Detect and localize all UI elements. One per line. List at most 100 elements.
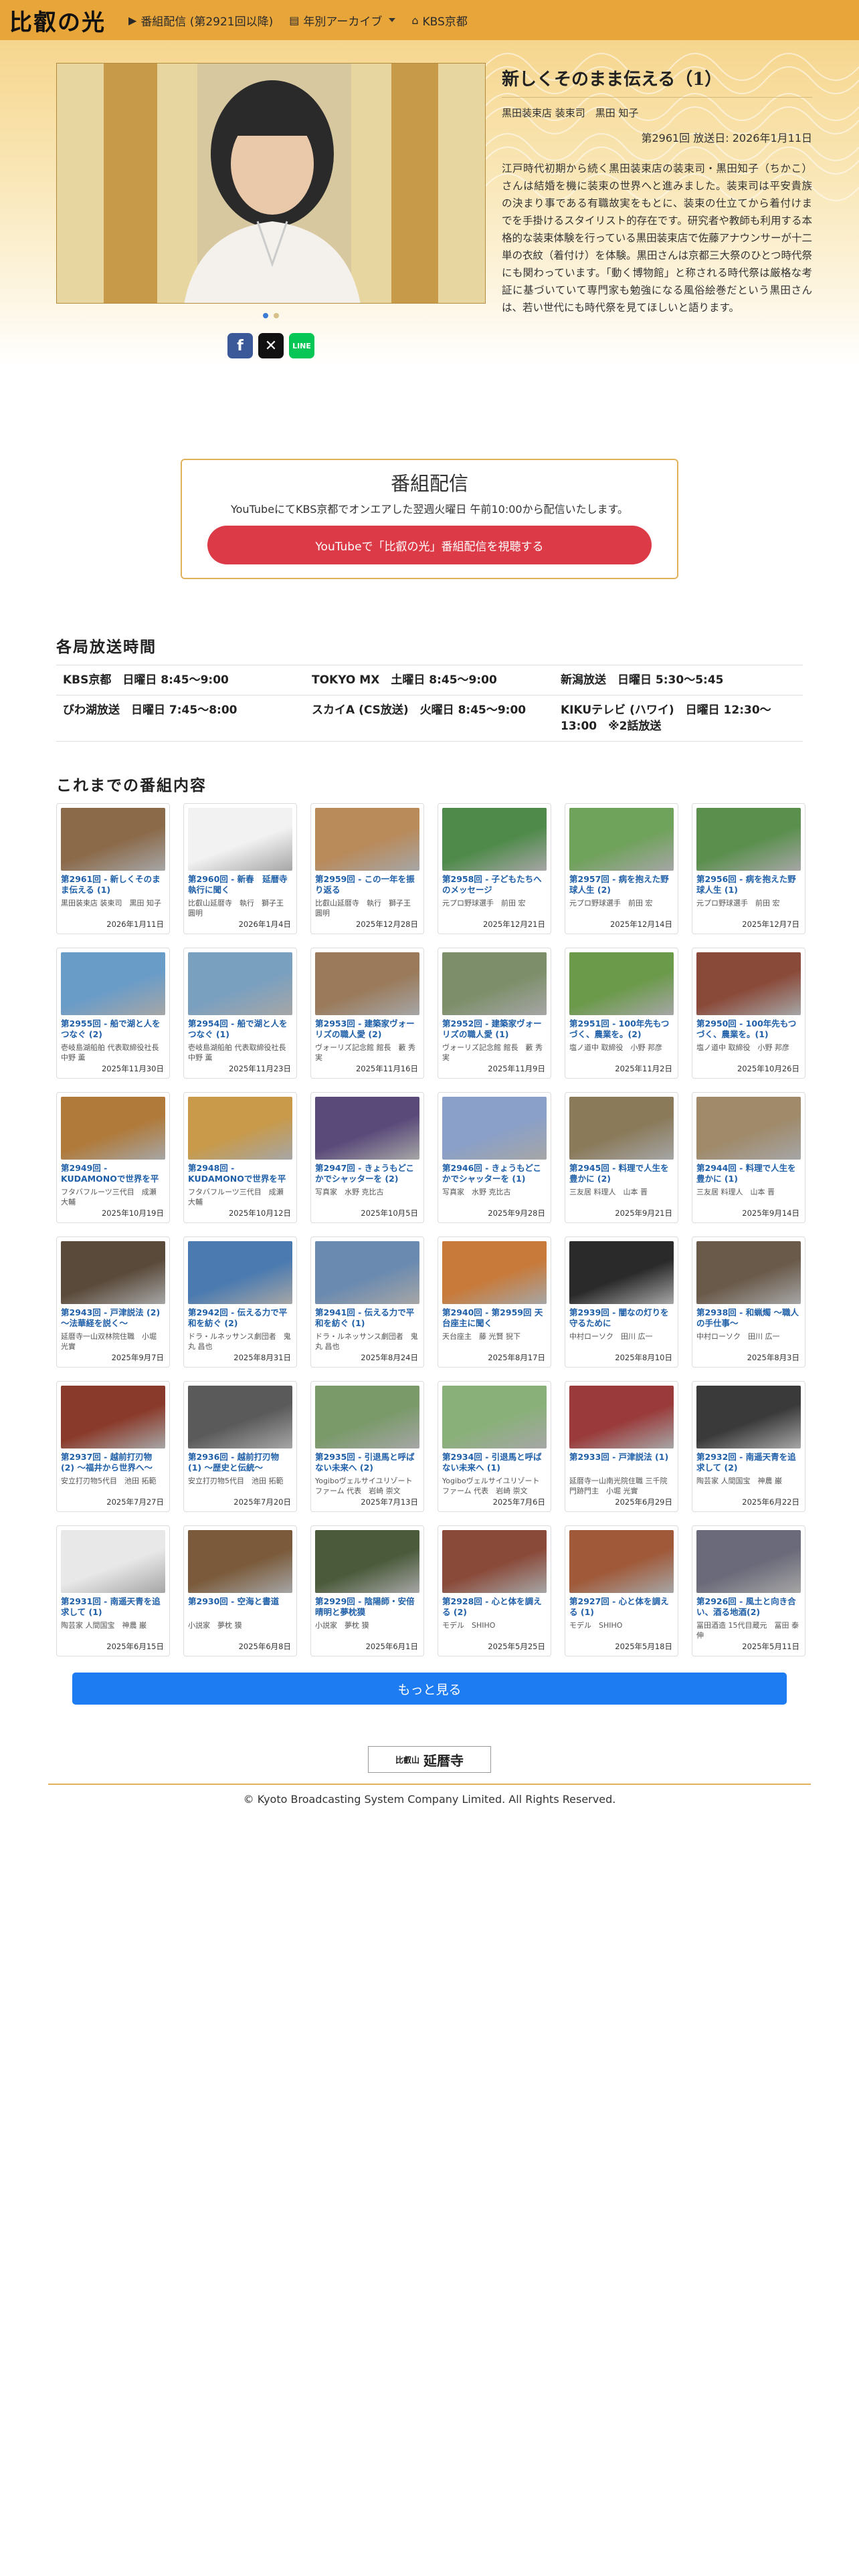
episode-card[interactable]: 第2954回 - 船で湖と人をつなぐ (1) 壱岐島湖船舶 代表取締役社長 中野 … <box>183 948 297 1079</box>
episode-card[interactable]: 第2935回 - 引退馬と呼ばない未来へ (2) Yogiboヴェルサイユリゾート… <box>310 1381 424 1512</box>
episode-card-title[interactable]: 第2945回 - 料理で人生を豊かに (2) <box>569 1163 674 1184</box>
episode-card-title[interactable]: 第2930回 - 空海と書道 <box>188 1596 292 1618</box>
line-share-button[interactable]: LINE <box>289 333 314 358</box>
episode-card-title[interactable]: 第2927回 - 心と体を調える (1) <box>569 1596 674 1618</box>
episode-card-title[interactable]: 第2958回 - 子どもたちへのメッセージ <box>442 874 547 895</box>
episode-card[interactable]: 第2926回 - 風土と向き合い、酒る地酒(2) 冨田酒造 15代目蔵元 冨田 泰… <box>692 1525 805 1656</box>
episode-card-title[interactable]: 第2932回 - 南遥天青を追求して (2) <box>696 1452 801 1473</box>
episode-card-title[interactable]: 第2955回 - 船で湖と人をつなぐ (2) <box>61 1018 165 1040</box>
episode-card-title[interactable]: 第2956回 - 病を抱えた野球人生 (1) <box>696 874 801 895</box>
episode-card-title[interactable]: 第2961回 - 新しくそのまま伝える (1) <box>61 874 165 895</box>
episode-card-title[interactable]: 第2952回 - 建築家ヴォーリズの職人愛 (1) <box>442 1018 547 1040</box>
episode-card-title[interactable]: 第2931回 - 南遥天青を追求して (1) <box>61 1596 165 1618</box>
episode-card-title[interactable]: 第2926回 - 風土と向き合い、酒る地酒(2) <box>696 1596 801 1618</box>
episode-card[interactable]: 第2931回 - 南遥天青を追求して (1) 陶芸家 人間国宝 神農 巌 2025年… <box>56 1525 170 1656</box>
x-share-button[interactable]: ✕ <box>258 333 284 358</box>
episode-card[interactable]: 第2953回 - 建築家ヴォーリズの職人愛 (2) ヴォーリズ記念館 館長 藪 秀… <box>310 948 424 1079</box>
episode-thumbnail[interactable] <box>61 1386 165 1448</box>
episode-card[interactable]: 第2934回 - 引退馬と呼ばない未来へ (1) Yogiboヴェルサイユリゾート… <box>438 1381 551 1512</box>
episode-card[interactable]: 第2944回 - 料理で人生を豊かに (1) 三友居 料理人 山本 晋 2025年9… <box>692 1092 805 1223</box>
episode-card[interactable]: 第2936回 - 越前打刃物 (1) 〜歴史と伝統〜 安立打刃物5代目 池田 拓範… <box>183 1381 297 1512</box>
episode-thumbnail[interactable] <box>188 1097 292 1160</box>
episode-card[interactable]: 第2941回 - 伝える力で平和を紡ぐ (1) ドラ・ルネッサンス劇団者 鬼丸 昌… <box>310 1237 424 1368</box>
episode-card-title[interactable]: 第2933回 - 戸津説法 (1) <box>569 1452 674 1473</box>
episode-thumbnail[interactable] <box>442 1241 547 1304</box>
episode-card-title[interactable]: 第2948回 - KUDAMONOで世界を平和に (1) <box>188 1163 292 1184</box>
episode-thumbnail[interactable] <box>696 1097 801 1160</box>
episode-card-title[interactable]: 第2936回 - 越前打刃物 (1) 〜歴史と伝統〜 <box>188 1452 292 1473</box>
episode-thumbnail[interactable] <box>696 1241 801 1304</box>
episode-card-title[interactable]: 第2929回 - 陰陽師・安倍晴明と夢枕獏 <box>315 1596 419 1618</box>
carousel-dot[interactable] <box>274 313 279 318</box>
episode-thumbnail[interactable] <box>442 1097 547 1160</box>
episode-thumbnail[interactable] <box>188 808 292 871</box>
episode-thumbnail[interactable] <box>315 1530 419 1593</box>
episode-thumbnail[interactable] <box>569 808 674 871</box>
episode-card[interactable]: 第2950回 - 100年先もつづく、農業を。(1) 塩ノ道中 取締役 小野 邦彦… <box>692 948 805 1079</box>
episode-thumbnail[interactable] <box>569 1097 674 1160</box>
episode-thumbnail[interactable] <box>188 1241 292 1304</box>
episode-card-title[interactable]: 第2954回 - 船で湖と人をつなぐ (1) <box>188 1018 292 1040</box>
episode-card[interactable]: 第2955回 - 船で湖と人をつなぐ (2) 壱岐島湖船舶 代表取締役社長 中野 … <box>56 948 170 1079</box>
episode-thumbnail[interactable] <box>442 1530 547 1593</box>
episode-card-title[interactable]: 第2943回 - 戸津説法 (2) 〜法華経を説く〜 <box>61 1307 165 1329</box>
episode-thumbnail[interactable] <box>696 1386 801 1448</box>
episode-card[interactable]: 第2956回 - 病を抱えた野球人生 (1) 元プロ野球選手 前田 宏 2025年1… <box>692 803 805 934</box>
episode-card-title[interactable]: 第2959回 - この一年を振り返る <box>315 874 419 895</box>
nav-item-archive[interactable]: ▤ 年別アーカイブ <box>289 12 396 29</box>
episode-card-title[interactable]: 第2940回 - 第2959回 天台座主に聞く <box>442 1307 547 1329</box>
episode-card[interactable]: 第2929回 - 陰陽師・安倍晴明と夢枕獏 小説家 夢枕 獏 2025年6月1日 <box>310 1525 424 1656</box>
episode-card-title[interactable]: 第2934回 - 引退馬と呼ばない未来へ (1) <box>442 1452 547 1473</box>
episode-card-title[interactable]: 第2928回 - 心と体を調える (2) <box>442 1596 547 1618</box>
load-more-button[interactable]: もっと見る <box>72 1673 787 1705</box>
episode-thumbnail[interactable] <box>569 1386 674 1448</box>
episode-thumbnail[interactable] <box>696 952 801 1015</box>
episode-card[interactable]: 第2960回 - 新春 延暦寺執行に聞く 比叡山延暦寺 執行 獅子王 圓明 2026… <box>183 803 297 934</box>
episode-card[interactable]: 第2958回 - 子どもたちへのメッセージ 元プロ野球選手 前田 宏 2025年12… <box>438 803 551 934</box>
sponsor-logo[interactable]: 比叡山 延暦寺 <box>368 1746 491 1773</box>
nav-item-kbs[interactable]: ⌂ KBS京都 <box>411 12 467 29</box>
episode-thumbnail[interactable] <box>442 952 547 1015</box>
episode-card-title[interactable]: 第2947回 - きょうもどこかでシャッターを (2) <box>315 1163 419 1184</box>
episode-card[interactable]: 第2951回 - 100年先もつづく、農業を。(2) 塩ノ道中 取締役 小野 邦彦… <box>565 948 678 1079</box>
episode-thumbnail[interactable] <box>442 1386 547 1448</box>
episode-card-title[interactable]: 第2960回 - 新春 延暦寺執行に聞く <box>188 874 292 895</box>
carousel-slide-image[interactable] <box>56 63 486 304</box>
episode-thumbnail[interactable] <box>315 1386 419 1448</box>
episode-thumbnail[interactable] <box>188 952 292 1015</box>
episode-card-title[interactable]: 第2950回 - 100年先もつづく、農業を。(1) <box>696 1018 801 1040</box>
episode-card[interactable]: 第2940回 - 第2959回 天台座主に聞く 天台座主 藤 光賢 猊下 2025年… <box>438 1237 551 1368</box>
episode-thumbnail[interactable] <box>315 1097 419 1160</box>
episode-thumbnail[interactable] <box>315 952 419 1015</box>
episode-card-title[interactable]: 第2935回 - 引退馬と呼ばない未来へ (2) <box>315 1452 419 1473</box>
episode-card[interactable]: 第2947回 - きょうもどこかでシャッターを (2) 写真家 水野 克比古 202… <box>310 1092 424 1223</box>
episode-card[interactable]: 第2942回 - 伝える力で平和を紡ぐ (2) ドラ・ルネッサンス劇団者 鬼丸 昌… <box>183 1237 297 1368</box>
site-logo[interactable]: 比叡の光 <box>9 4 106 37</box>
episode-card-title[interactable]: 第2949回 - KUDAMONOで世界を平和に (2) <box>61 1163 165 1184</box>
episode-thumbnail[interactable] <box>569 1530 674 1593</box>
episode-thumbnail[interactable] <box>61 952 165 1015</box>
episode-thumbnail[interactable] <box>315 1241 419 1304</box>
facebook-share-button[interactable]: f <box>227 333 253 358</box>
episode-thumbnail[interactable] <box>442 808 547 871</box>
episode-card[interactable]: 第2948回 - KUDAMONOで世界を平和に (1) フタバフルーツ三代目 成… <box>183 1092 297 1223</box>
episode-card[interactable]: 第2952回 - 建築家ヴォーリズの職人愛 (1) ヴォーリズ記念館 館長 藪 秀… <box>438 948 551 1079</box>
episode-card-title[interactable]: 第2942回 - 伝える力で平和を紡ぐ (2) <box>188 1307 292 1329</box>
episode-card-title[interactable]: 第2946回 - きょうもどこかでシャッターを (1) <box>442 1163 547 1184</box>
episode-card[interactable]: 第2932回 - 南遥天青を追求して (2) 陶芸家 人間国宝 神農 巌 2025年… <box>692 1381 805 1512</box>
episode-card[interactable]: 第2957回 - 病を抱えた野球人生 (2) 元プロ野球選手 前田 宏 2025年1… <box>565 803 678 934</box>
episode-card[interactable]: 第2959回 - この一年を振り返る 比叡山延暦寺 執行 獅子王 圓明 2025年1… <box>310 803 424 934</box>
episode-thumbnail[interactable] <box>315 808 419 871</box>
episode-card[interactable]: 第2938回 - 和蝋燭 〜職人の手仕事〜 中村ローソク 田川 広一 2025年8月… <box>692 1237 805 1368</box>
episode-card[interactable]: 第2928回 - 心と体を調える (2) モデル SHIHO 2025年5月25日 <box>438 1525 551 1656</box>
episode-thumbnail[interactable] <box>188 1386 292 1448</box>
carousel-dot[interactable] <box>263 313 268 318</box>
episode-card-title[interactable]: 第2941回 - 伝える力で平和を紡ぐ (1) <box>315 1307 419 1329</box>
episode-card-title[interactable]: 第2937回 - 越前打刃物 (2) 〜福井から世界へ〜 <box>61 1452 165 1473</box>
youtube-watch-button[interactable]: YouTubeで「比叡の光」番組配信を視聴する <box>207 526 652 564</box>
episode-thumbnail[interactable] <box>61 808 165 871</box>
episode-card[interactable]: 第2949回 - KUDAMONOで世界を平和に (2) フタバフルーツ三代目 成… <box>56 1092 170 1223</box>
episode-thumbnail[interactable] <box>61 1241 165 1304</box>
episode-card-title[interactable]: 第2939回 - 闇なの灯りを守るために <box>569 1307 674 1329</box>
episode-card[interactable]: 第2927回 - 心と体を調える (1) モデル SHIHO 2025年5月18日 <box>565 1525 678 1656</box>
